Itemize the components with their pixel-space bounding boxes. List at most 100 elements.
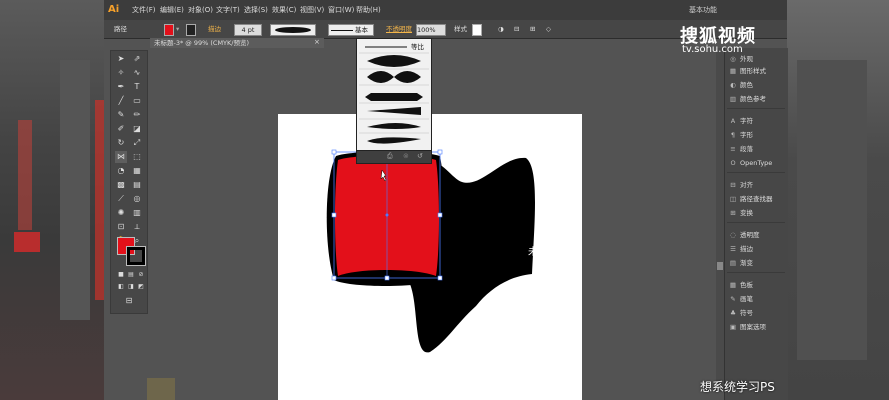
menu-view[interactable]: 视图(V) <box>300 5 324 15</box>
pen-tool-icon[interactable]: ✒ <box>115 81 127 93</box>
menu-edit[interactable]: 编辑(E) <box>160 5 184 15</box>
scale-tool-icon[interactable]: ⤢ <box>131 137 143 149</box>
panel-character[interactable]: A 字符 <box>729 116 753 126</box>
menu-object[interactable]: 对象(O) <box>188 5 213 15</box>
none-mode-icon[interactable]: ⊘ <box>135 269 147 281</box>
width-tool-icon[interactable]: ⋈ <box>115 151 127 163</box>
panel-transparency[interactable]: ◌ 透明度 <box>729 230 759 240</box>
menu-effect[interactable]: 效果(C) <box>272 5 296 15</box>
direct-selection-tool-icon[interactable]: ⇗ <box>131 53 143 65</box>
variable-width-profile[interactable] <box>270 24 316 36</box>
sohu-url: tv.sohu.com <box>682 44 743 55</box>
align-icon: ⊟ <box>730 181 736 189</box>
graph-tool-icon[interactable]: ▥ <box>131 207 143 219</box>
align-icon[interactable]: ⊟ <box>514 24 519 34</box>
free-transform-icon[interactable]: ⬚ <box>131 151 143 163</box>
menu-file[interactable]: 文件(F) <box>132 5 156 15</box>
perspective-grid-icon[interactable]: ▦ <box>131 165 143 177</box>
vertical-scrollbar[interactable] <box>716 48 724 392</box>
panel-stroke[interactable]: ☰ 描边 <box>729 244 753 254</box>
panel-graphic-styles[interactable]: ▦ 图形样式 <box>729 66 766 76</box>
tools-panel: ➤ ⇗ ✧ ∿ ✒ T ╱ ▭ ✎ ✏ ✐ ◪ ↻ ⤢ ⋈ ⬚ ◔ ▦ ▩ ▤ … <box>110 50 148 314</box>
paintbrush-icon[interactable]: ✎ <box>115 109 127 121</box>
desktop-left-background <box>0 0 104 400</box>
magic-wand-icon[interactable]: ✧ <box>115 67 127 79</box>
panel-symbols[interactable]: ♣ 符号 <box>729 308 753 318</box>
mesh-tool-icon[interactable]: ▩ <box>115 179 127 191</box>
stroke-swatch[interactable] <box>186 24 196 36</box>
center-point <box>385 213 389 217</box>
chevron-down-icon[interactable]: ▾ <box>176 24 179 34</box>
close-icon[interactable]: × <box>314 38 320 46</box>
pencil-icon[interactable]: ✏ <box>131 109 143 121</box>
profile-1 <box>367 55 421 67</box>
blend-tool-icon[interactable]: ◎ <box>131 193 143 205</box>
profile-5 <box>367 123 421 129</box>
eraser-icon[interactable]: ◪ <box>131 123 143 135</box>
type-tool-icon[interactable]: T <box>131 81 143 93</box>
scrollbar-thumb[interactable] <box>717 262 723 270</box>
save-profile-icon[interactable]: ⎙ <box>387 152 393 161</box>
unregistered-text: 未注册 <box>528 247 564 258</box>
subtitle-caption: 想系统学习PS <box>700 380 775 394</box>
stroke-weight-field[interactable]: 4 pt <box>234 24 262 36</box>
panel-gradient[interactable]: ▤ 渐变 <box>729 258 753 268</box>
panel-color-guide[interactable]: ▥ 颜色参考 <box>729 94 766 104</box>
workspace-switcher[interactable]: 基本功能 <box>689 5 717 15</box>
canvas-area[interactable]: 未注册 <box>150 48 716 400</box>
panel-appearance[interactable]: ◎ 外观 <box>729 54 753 64</box>
menu-type[interactable]: 文字(T) <box>216 5 240 15</box>
draw-inside-icon[interactable]: ◩ <box>135 281 147 293</box>
app-logo: Ai <box>108 4 120 15</box>
screen-mode-icon[interactable]: ⊟ <box>123 295 135 307</box>
rotate-tool-icon[interactable]: ↻ <box>115 137 127 149</box>
selection-tool-icon[interactable]: ➤ <box>115 53 127 65</box>
video-overlay-icon <box>147 378 175 400</box>
recolor-icon[interactable]: ◑ <box>498 24 504 34</box>
rectangle-tool-icon[interactable]: ▭ <box>131 95 143 107</box>
gradient-tool-icon[interactable]: ▤ <box>131 179 143 191</box>
profile-6 <box>367 137 421 144</box>
transform-icon: ⊞ <box>730 209 736 217</box>
line-tool-icon[interactable]: ╱ <box>115 95 127 107</box>
graphic-style-swatch[interactable] <box>472 24 482 36</box>
transform-icon[interactable]: ⊞ <box>530 24 535 34</box>
menu-help[interactable]: 帮助(H) <box>356 5 381 15</box>
appearance-icon: ◎ <box>730 55 736 63</box>
stroke-label[interactable]: 描边 <box>208 24 221 34</box>
opacity-field[interactable]: 100% <box>416 24 446 36</box>
pattern-options-icon: ▣ <box>729 323 737 331</box>
symbol-sprayer-icon[interactable]: ✺ <box>115 207 127 219</box>
panel-paragraph[interactable]: ≡ 段落 <box>729 144 753 154</box>
artwork-layer <box>326 149 535 353</box>
shape-builder-icon[interactable]: ◔ <box>115 165 127 177</box>
artboard-tool-icon[interactable]: ⊡ <box>115 221 127 233</box>
panel-opentype[interactable]: O OpenType <box>729 158 772 168</box>
panel-pathfinder[interactable]: ◫ 路径查找器 <box>729 194 773 204</box>
panel-color[interactable]: ◐ 颜色 <box>729 80 753 90</box>
document-tab[interactable]: 未标题-3* @ 99% (CMYK/预览) <box>150 38 324 48</box>
lasso-icon[interactable]: ∿ <box>131 67 143 79</box>
blob-brush-icon[interactable]: ✐ <box>115 123 127 135</box>
desktop-right-background <box>787 0 889 400</box>
panel-align[interactable]: ⊟ 对齐 <box>729 180 753 190</box>
profile-shape-icon <box>275 27 311 33</box>
delete-profile-icon[interactable]: ⊗ <box>403 152 409 160</box>
panel-glyphs[interactable]: ¶ 字形 <box>729 130 753 140</box>
menu-select[interactable]: 选择(S) <box>244 5 268 15</box>
panel-pattern-options[interactable]: ▣ 图案选项 <box>729 322 766 332</box>
fill-swatch[interactable] <box>164 24 174 36</box>
eyedropper-icon[interactable]: ⟋ <box>115 193 127 205</box>
reset-profile-icon[interactable]: ↺ <box>417 152 423 160</box>
menu-window[interactable]: 窗口(W) <box>328 5 354 15</box>
slice-tool-icon[interactable]: ⟂ <box>131 221 143 233</box>
paragraph-icon: ¶ <box>730 131 736 139</box>
brush-name: 基本 <box>355 26 368 34</box>
stroke-color-box[interactable] <box>126 246 146 266</box>
opacity-label[interactable]: 不透明度 <box>386 24 412 34</box>
panel-transform[interactable]: ⊞ 变换 <box>729 208 753 218</box>
brush-definition[interactable]: 基本 <box>328 24 374 36</box>
panel-swatches[interactable]: ▦ 色板 <box>729 280 753 290</box>
panel-brushes[interactable]: ✎ 画笔 <box>729 294 753 304</box>
isolate-icon[interactable]: ◇ <box>546 24 551 34</box>
